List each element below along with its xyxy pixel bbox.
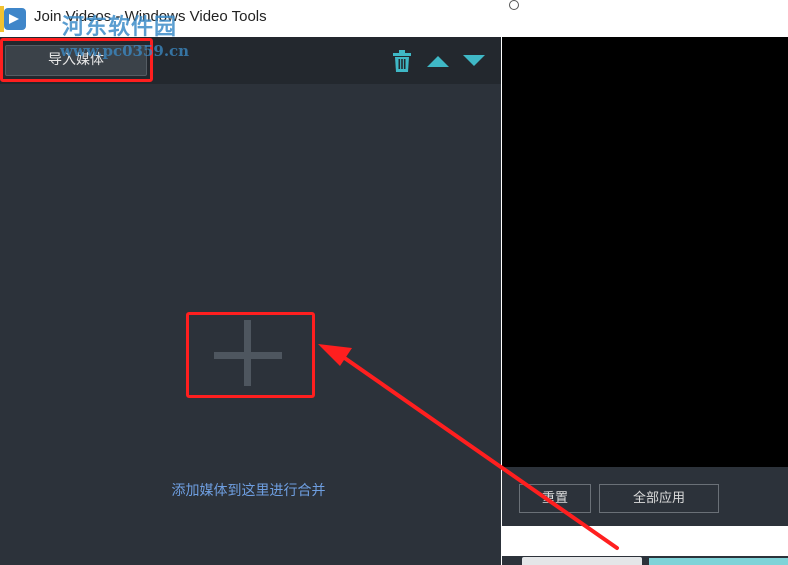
add-media-hint[interactable]: 添加媒体到这里进行合并 bbox=[0, 480, 497, 500]
move-down-icon[interactable] bbox=[462, 54, 486, 68]
media-list-panel: 导入媒体 添加媒体到这里进行合并 bbox=[0, 37, 501, 565]
move-up-icon[interactable] bbox=[426, 54, 450, 68]
control-divider-strip bbox=[502, 526, 788, 556]
bottom-button-left[interactable] bbox=[522, 557, 642, 565]
bottom-button-right[interactable] bbox=[649, 558, 788, 565]
video-preview bbox=[502, 37, 788, 467]
window-control-icon[interactable] bbox=[509, 0, 519, 10]
trash-icon[interactable] bbox=[391, 50, 413, 73]
app-icon bbox=[0, 6, 26, 32]
watermark-url: www.pc0359.cn bbox=[60, 42, 190, 60]
highlight-box-plus bbox=[186, 312, 315, 398]
apply-all-button[interactable]: 全部应用 bbox=[599, 484, 719, 513]
title-bar: Join Videos - Windows Video Tools 河东软件园 bbox=[0, 0, 788, 40]
reset-button[interactable]: 重置 bbox=[519, 484, 591, 513]
